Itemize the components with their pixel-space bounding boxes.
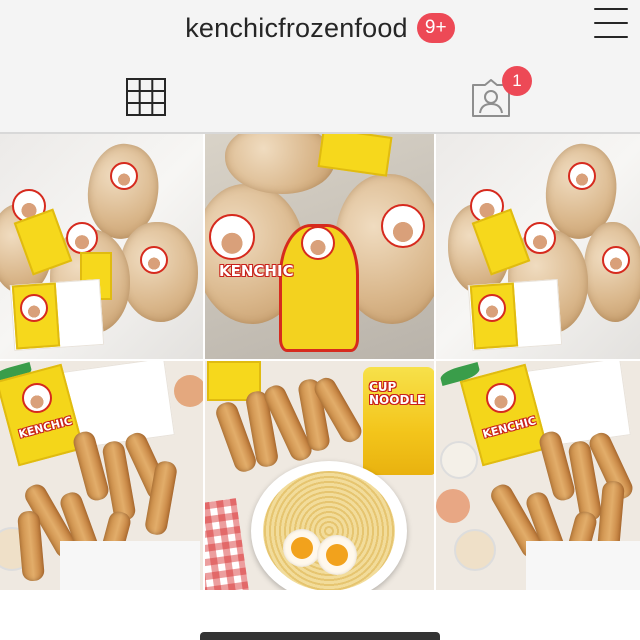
- post-thumbnail-6[interactable]: KENCHIC: [436, 361, 640, 590]
- chef-logo: [301, 226, 335, 260]
- chef-logo: [209, 214, 255, 260]
- profile-header: kenchicfrozenfood 9+: [0, 0, 640, 56]
- gingham-napkin: [205, 498, 250, 590]
- hamburger-menu-icon[interactable]: [594, 8, 628, 38]
- sauce-cup: [174, 375, 203, 407]
- post-thumbnail-1[interactable]: [0, 134, 203, 359]
- chef-logo: [602, 246, 630, 274]
- post-thumbnail-5[interactable]: CUP NOODLE: [205, 361, 434, 590]
- bag-wrapper: [526, 541, 640, 590]
- chef-logo: [66, 222, 98, 254]
- chef-logo: [22, 383, 52, 413]
- bag-wrapper: [60, 541, 200, 590]
- egg-yolk: [326, 544, 348, 566]
- tab-tagged[interactable]: 1: [320, 64, 640, 132]
- egg-yolk: [291, 537, 313, 559]
- bottom-partial-element: [200, 632, 440, 640]
- sauce-cup: [454, 529, 496, 571]
- tagged-badge: 1: [502, 66, 532, 96]
- chef-logo: [486, 383, 516, 413]
- post-thumbnail-2[interactable]: KENCHIC: [205, 134, 434, 359]
- posts-grid: KENCHIC KENCHIC CUP NOODLE KENCHIC: [0, 134, 640, 590]
- chef-logo: [140, 246, 168, 274]
- tab-grid[interactable]: [0, 64, 320, 132]
- menu-line: [594, 36, 628, 38]
- sauce-cup: [440, 441, 478, 479]
- chef-logo: [524, 222, 556, 254]
- profile-tabs: 1: [0, 64, 640, 132]
- profile-username[interactable]: kenchicfrozenfood: [185, 13, 408, 44]
- menu-line: [594, 8, 628, 10]
- chef-logo: [568, 162, 596, 190]
- grid-icon: [126, 78, 166, 116]
- notification-badge[interactable]: 9+: [416, 13, 455, 43]
- cup-noodle-text: CUP NOODLE: [369, 380, 426, 407]
- brand-logo-text: KENCHIC: [219, 262, 294, 280]
- chef-logo: [110, 162, 138, 190]
- menu-line: [594, 22, 628, 24]
- post-thumbnail-3[interactable]: [436, 134, 640, 359]
- post-thumbnail-4[interactable]: KENCHIC: [0, 361, 203, 590]
- chef-logo: [20, 294, 48, 322]
- sauce-cup: [436, 489, 470, 523]
- chef-logo: [381, 204, 425, 248]
- chef-logo: [478, 294, 506, 322]
